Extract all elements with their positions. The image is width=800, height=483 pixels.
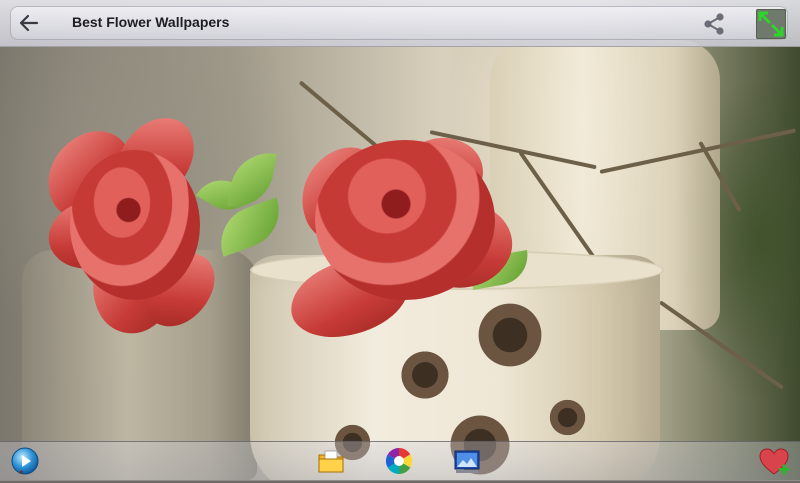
fit-screen-button[interactable] xyxy=(756,9,786,39)
left-rose xyxy=(70,150,200,300)
cup-pattern xyxy=(545,395,590,440)
set-wallpaper-icon xyxy=(454,450,480,473)
arrow-left-icon xyxy=(19,14,39,32)
cup-pattern xyxy=(395,345,455,405)
color-picker-button[interactable] xyxy=(384,446,414,476)
play-icon xyxy=(11,447,39,475)
cup-pattern xyxy=(470,295,550,375)
set-wallpaper-button[interactable] xyxy=(452,446,482,476)
branch xyxy=(658,300,785,390)
color-wheel-icon xyxy=(385,447,413,475)
expand-arrows-icon xyxy=(758,11,784,37)
wallpaper-image[interactable] xyxy=(0,0,800,480)
save-folder-button[interactable] xyxy=(316,446,346,476)
app-title: Best Flower Wallpapers xyxy=(72,14,230,30)
action-bar: Best Flower Wallpapers xyxy=(0,0,800,47)
add-favorite-button[interactable] xyxy=(758,446,789,476)
favorite-add-icon xyxy=(759,448,789,475)
folder-icon xyxy=(318,450,344,473)
share-button[interactable] xyxy=(700,10,728,38)
share-icon xyxy=(704,13,724,35)
back-button[interactable] xyxy=(14,9,44,37)
center-rose xyxy=(315,140,495,300)
slideshow-button[interactable] xyxy=(10,446,40,476)
